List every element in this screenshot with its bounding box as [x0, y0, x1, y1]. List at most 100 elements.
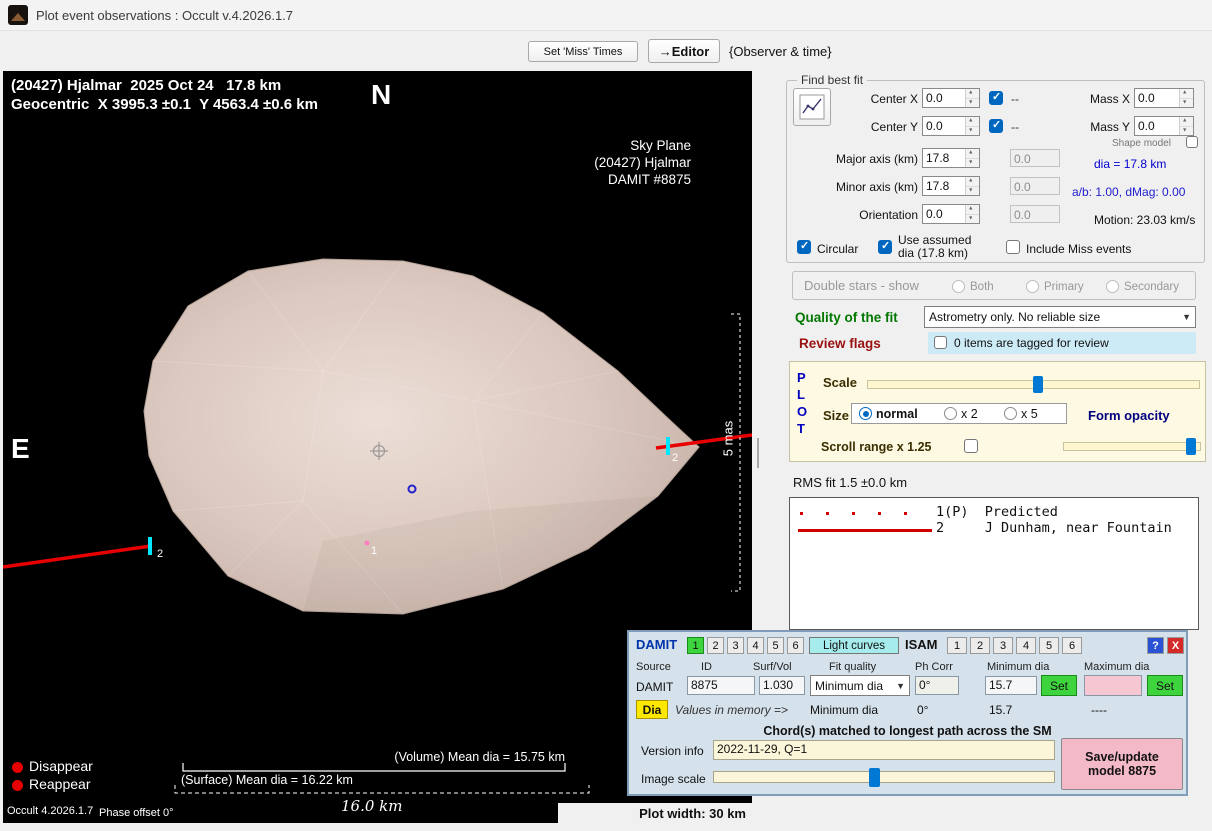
sky-plane-caption: Sky Plane (20427) Hjalmar DAMIT #8875 [523, 137, 691, 188]
double-stars-secondary-radio[interactable] [1106, 280, 1119, 293]
size-x5-radio[interactable] [1004, 407, 1017, 420]
isam-6-button[interactable]: 6 [1062, 637, 1082, 654]
ph-corr-field[interactable]: 0° [915, 676, 959, 695]
damit-model-4-button[interactable]: 4 [747, 637, 764, 654]
shape-model-checkbox[interactable] [1186, 136, 1198, 148]
minimum-dia-field[interactable]: 15.7 [985, 676, 1037, 695]
chords-matched-note: Chord(s) matched to longest path across … [629, 724, 1186, 738]
mass-y-label: Mass Y [1086, 120, 1130, 134]
include-miss-checkbox[interactable] [1006, 240, 1020, 254]
form-opacity-slider-thumb[interactable] [1186, 438, 1196, 455]
damit-model-5-button[interactable]: 5 [767, 637, 784, 654]
isam-4-button[interactable]: 4 [1016, 637, 1036, 654]
shape-model-label: Shape model [1112, 138, 1171, 149]
fit-quality-dropdown[interactable]: Minimum dia ▼ [810, 675, 910, 696]
set-miss-times-button[interactable]: Set 'Miss' Times [528, 41, 638, 62]
spinner-up-icon [1180, 117, 1193, 126]
orientation-label: Orientation [820, 208, 918, 222]
isam-5-button[interactable]: 5 [1039, 637, 1059, 654]
form-opacity-label: Form opacity [1088, 408, 1170, 423]
mass-y-spinner-arrows[interactable] [1179, 117, 1193, 135]
scale-slider[interactable] [867, 380, 1200, 389]
form-opacity-slider[interactable] [1063, 442, 1201, 451]
phase-offset-label: Phase offset 0° [99, 807, 174, 819]
observation-row[interactable]: 2 J Dunham, near Fountain [936, 520, 1172, 536]
spinner-down-icon [966, 186, 979, 196]
observations-listbox[interactable]: 1(P) Predicted 2 J Dunham, near Fountain [789, 497, 1199, 630]
isam-3-button[interactable]: 3 [993, 637, 1013, 654]
observation-row[interactable]: 1(P) Predicted [936, 504, 1058, 520]
motion-info-label: Motion: 23.03 km/s [1094, 213, 1195, 227]
isam-1-button[interactable]: 1 [947, 637, 967, 654]
fit-chart-button[interactable] [793, 88, 831, 126]
help-button[interactable]: ? [1147, 637, 1164, 654]
orientation-fit-value: 0.0 [1011, 206, 1059, 222]
col-source: Source [636, 661, 671, 673]
orientation-spinner[interactable]: 0.0 [922, 204, 980, 224]
mass-y-value: 0.0 [1135, 117, 1179, 135]
review-flags-checkbox[interactable] [934, 336, 947, 349]
chevron-down-icon: ▼ [896, 681, 905, 691]
scroll-range-label: Scroll range x 1.25 [821, 440, 931, 454]
save-update-model-button[interactable]: Save/update model 8875 [1061, 738, 1183, 790]
reappear-marker-icon [12, 780, 23, 791]
damit-model-2-button[interactable]: 2 [707, 637, 724, 654]
quality-dropdown[interactable]: Astrometry only. No reliable size ▼ [924, 306, 1196, 328]
spinner-down-icon [1180, 98, 1193, 108]
double-stars-both-radio[interactable] [952, 280, 965, 293]
image-scale-slider[interactable] [713, 771, 1055, 783]
disappear-label: Disappear [29, 758, 93, 774]
center-x-label: Center X [836, 92, 918, 106]
surfvol-field[interactable]: 1.030 [759, 676, 805, 695]
damit-model-1-button[interactable]: 1 [687, 637, 704, 654]
minor-axis-spinner[interactable]: 17.8 [922, 176, 980, 196]
editor-button[interactable]: →Editor [648, 39, 720, 63]
center-y-spinner-arrows[interactable] [965, 117, 979, 135]
find-best-fit-title: Find best fit [797, 73, 867, 87]
mass-x-spinner-arrows[interactable] [1179, 89, 1193, 107]
center-y-fit-checkbox[interactable] [989, 119, 1003, 133]
scale-slider-thumb[interactable] [1033, 376, 1043, 393]
col-minimum-dia: Minimum dia [987, 661, 1049, 673]
version-info-field[interactable]: 2022-11-29, Q=1 [713, 740, 1055, 760]
set-min-button[interactable]: Set [1041, 675, 1077, 696]
close-button[interactable]: X [1167, 637, 1184, 654]
memory-ph-corr: 0° [917, 703, 928, 717]
minor-axis-spinner-arrows[interactable] [965, 177, 979, 195]
use-assumed-label: Use assumed dia (17.8 km) [898, 234, 971, 260]
isam-2-button[interactable]: 2 [970, 637, 990, 654]
mass-x-spinner[interactable]: 0.0 [1134, 88, 1194, 108]
center-y-spinner[interactable]: 0.0 [922, 116, 980, 136]
maximum-dia-field[interactable] [1084, 675, 1142, 696]
center-x-spinner[interactable]: 0.0 [922, 88, 980, 108]
damit-id-field[interactable]: 8875 [687, 676, 755, 695]
version-info-label: Version info [641, 744, 704, 758]
center-x-fit-checkbox[interactable] [989, 91, 1003, 105]
size-normal-radio[interactable] [859, 407, 872, 420]
size-x2-radio[interactable] [944, 407, 957, 420]
plot-geocentric: Geocentric X 3995.3 ±0.1 Y 4563.4 ±0.6 k… [11, 96, 318, 113]
chevron-down-icon: ▼ [1182, 312, 1191, 322]
circular-label: Circular [817, 242, 858, 256]
major-axis-spinner-arrows[interactable] [965, 149, 979, 167]
image-scale-slider-thumb[interactable] [869, 768, 880, 787]
set-max-button[interactable]: Set [1147, 675, 1183, 696]
mass-y-spinner[interactable]: 0.0 [1134, 116, 1194, 136]
sky-plane-caption-line: DAMIT #8875 [523, 171, 691, 188]
size-radio-group: normal x 2 x 5 [851, 403, 1067, 424]
scroll-range-checkbox[interactable] [964, 439, 978, 453]
splitter-handle[interactable] [757, 438, 759, 468]
damit-model-6-button[interactable]: 6 [787, 637, 804, 654]
dia-button[interactable]: Dia [636, 700, 668, 719]
major-axis-spinner[interactable]: 17.8 [922, 148, 980, 168]
orientation-spinner-arrows[interactable] [965, 205, 979, 223]
circular-checkbox[interactable] [797, 240, 811, 254]
review-flags-text: 0 items are tagged for review [954, 336, 1109, 350]
double-stars-primary-radio[interactable] [1026, 280, 1039, 293]
light-curves-button[interactable]: Light curves [809, 637, 899, 654]
damit-model-3-button[interactable]: 3 [727, 637, 744, 654]
dia-info-label: dia = 17.8 km [1094, 157, 1166, 171]
use-assumed-checkbox[interactable] [878, 240, 892, 254]
center-x-spinner-arrows[interactable] [965, 89, 979, 107]
disappear-marker-icon [12, 762, 23, 773]
